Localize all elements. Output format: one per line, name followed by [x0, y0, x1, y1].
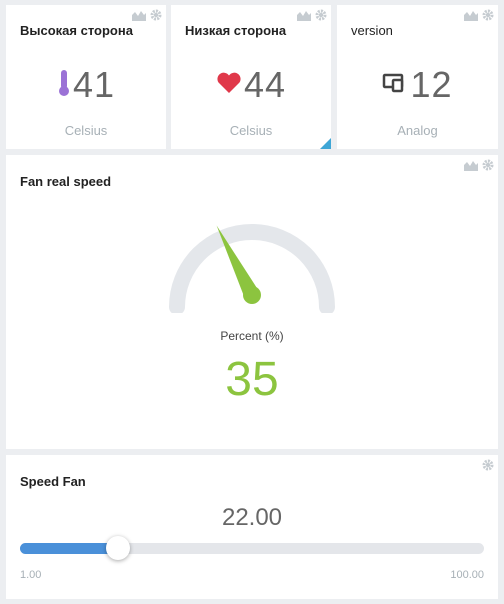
widget-unit: Celsius	[229, 123, 273, 138]
gauge-hub	[243, 286, 261, 304]
slider-max: 100.00	[450, 569, 484, 581]
widget-unit: Analog	[397, 123, 438, 138]
gear-icon[interactable]	[482, 459, 494, 471]
chart-icon[interactable]	[464, 9, 478, 21]
chart-icon[interactable]	[464, 159, 478, 171]
widget-version: version 12 Analog	[337, 5, 498, 149]
gear-icon[interactable]	[150, 9, 162, 21]
slider-value: 22.00	[221, 504, 283, 531]
slider-track[interactable]	[20, 536, 484, 560]
widget-title: Speed Fan	[20, 474, 86, 489]
widget-title: Высокая сторона	[20, 23, 133, 38]
widget-low-side: Низкая сторона 44 Celsius	[171, 5, 331, 149]
widget-title: Fan real speed	[20, 174, 112, 189]
widget-value: 44	[243, 64, 287, 105]
gear-icon[interactable]	[482, 159, 494, 171]
chart-icon[interactable]	[132, 9, 146, 21]
chart-icon[interactable]	[297, 9, 311, 21]
devices-icon	[382, 72, 408, 99]
gear-icon[interactable]	[482, 9, 494, 21]
resize-corner[interactable]	[320, 138, 331, 149]
gauge-label: Percent (%)	[220, 329, 284, 343]
widget-title: Низкая сторона	[185, 23, 287, 38]
slider-handle[interactable]	[106, 536, 131, 560]
slider-fill	[20, 543, 119, 554]
widget-unit: Celsius	[64, 123, 108, 138]
gauge-value: 35	[225, 353, 279, 406]
slider-min: 1.00	[20, 569, 42, 581]
thermometer-icon	[57, 69, 71, 102]
heart-icon	[216, 72, 242, 99]
gauge	[169, 224, 335, 313]
gear-icon[interactable]	[315, 9, 327, 21]
widget-high-side: Высокая сторона 41 Celsius	[6, 5, 166, 149]
widget-value: 41	[72, 64, 116, 105]
widget-value: 12	[410, 64, 453, 105]
widget-title: version	[351, 23, 393, 38]
